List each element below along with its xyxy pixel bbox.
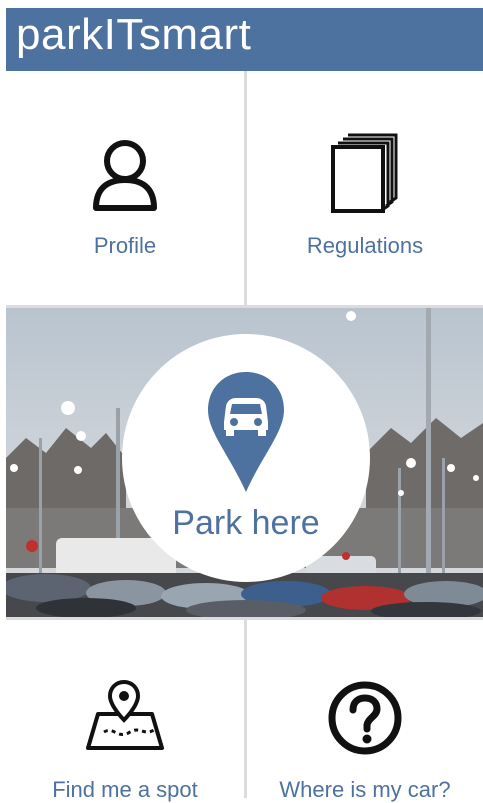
person-icon [93,140,157,211]
app-root: parkITsmart Profile Regulations Park her… [6,8,483,802]
regulations-label: Regulations [306,233,424,258]
where-car-label: Where is my car? [279,777,451,802]
regulations-tile[interactable]: Regulations [247,71,483,308]
profile-label: Profile [93,233,157,258]
app-header: parkITsmart [6,8,483,71]
book-icon [331,133,398,213]
car-pin-icon [208,372,284,492]
top-divider-vertical [244,71,247,308]
question-icon [328,681,402,755]
map-pin-icon [86,680,164,750]
where-car-tile[interactable]: Where is my car? [247,620,483,802]
park-here-label: Park here [172,504,320,542]
bottom-divider-vertical [244,620,247,798]
app-title: parkITsmart [16,10,252,59]
find-spot-label: Find me a spot [52,777,198,802]
profile-tile[interactable]: Profile [6,71,244,308]
find-spot-tile[interactable]: Find me a spot [6,620,244,802]
parking-banner: Park here [6,308,483,617]
park-here-button[interactable]: Park here [122,334,370,582]
